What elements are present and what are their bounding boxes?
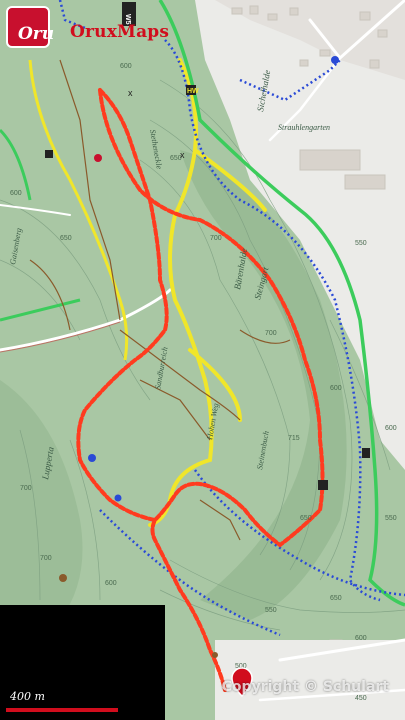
elev-6: 650 xyxy=(60,235,72,242)
poi-shelter-west xyxy=(45,150,53,158)
cross-mark-1: x xyxy=(180,150,185,160)
map-viewport[interactable]: Sichelhalde Bärenhalde Steingart Strauhl… xyxy=(0,0,405,720)
elev-3: 700 xyxy=(210,235,222,242)
map-canvas[interactable]: Sichelhalde Bärenhalde Steingart Strauhl… xyxy=(0,0,405,720)
poi-cave xyxy=(59,574,67,582)
elev-12: 550 xyxy=(385,515,397,522)
elev-18: 600 xyxy=(355,635,367,642)
poi-marker-blue xyxy=(88,454,96,462)
elev-16: 550 xyxy=(265,607,277,614)
elev-8: 600 xyxy=(330,385,342,392)
elev-11: 600 xyxy=(385,425,397,432)
brand-name: OruxMaps xyxy=(70,22,170,42)
elev-17: 650 xyxy=(330,595,342,602)
elev-20: 700 xyxy=(20,485,32,492)
poi-tree xyxy=(212,652,218,658)
elev-19: 450 xyxy=(355,695,367,702)
elev-13: 700 xyxy=(40,555,52,562)
poi-marker-parking xyxy=(331,56,339,64)
label-strauhlengarten: Strauhlengarten xyxy=(278,123,330,132)
elev-4: 700 xyxy=(265,330,277,337)
elev-14: 600 xyxy=(105,580,117,587)
poi-shelter xyxy=(318,480,328,490)
scale-bar xyxy=(6,708,118,712)
poi-shelter-2 xyxy=(362,448,370,458)
trail-marker-top-label: HW xyxy=(187,88,199,95)
copyright-notice: Copyright © Schulart xyxy=(221,679,389,695)
poi-marker-blue-2 xyxy=(114,494,122,502)
elev-9: 715 xyxy=(288,435,300,442)
cross-mark-2: x xyxy=(128,88,133,98)
scale-label: 400 m xyxy=(10,690,45,703)
elev-7: 550 xyxy=(355,240,367,247)
elev-5: 600 xyxy=(10,190,22,197)
poi-viewpoint xyxy=(94,154,102,162)
elev-10: 650 xyxy=(300,515,312,522)
logo-text: Oru xyxy=(18,24,55,44)
elev-1: 600 xyxy=(120,63,132,70)
forest-edge xyxy=(165,605,215,720)
oruxmaps-logo[interactable]: Oru xyxy=(6,6,54,48)
